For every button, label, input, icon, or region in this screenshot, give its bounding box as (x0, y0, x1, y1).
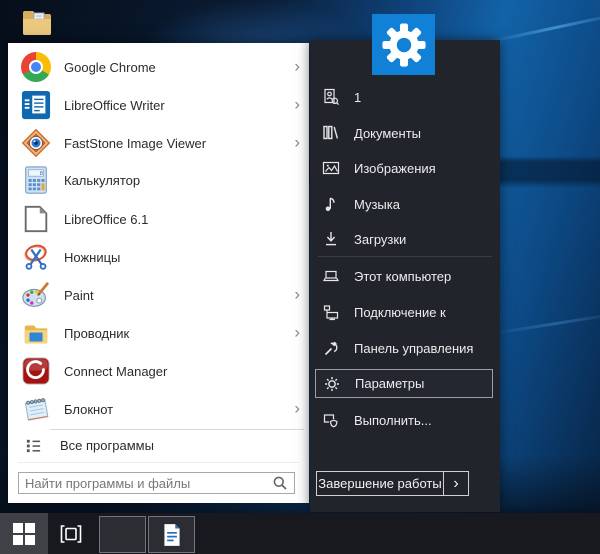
notepad-icon (20, 393, 52, 425)
start-menu-right-panel: 1 Документы Изображения (310, 40, 500, 512)
libreoffice-document-icon (20, 203, 52, 235)
chevron-right-icon: › (294, 399, 300, 416)
svg-text:8: 8 (40, 171, 43, 177)
menu-item-label: 1 (354, 90, 361, 105)
task-view-button[interactable] (48, 513, 94, 554)
menu-separator (50, 429, 304, 430)
connect-manager-icon (20, 355, 52, 387)
start-menu-item-control-panel[interactable]: Панель управления (310, 330, 500, 366)
taskbar-chrome-button[interactable] (99, 516, 146, 553)
control-panel-icon (322, 339, 340, 357)
menu-item-label: Документы (354, 126, 421, 141)
chevron-right-icon: › (294, 133, 300, 150)
menu-item-label: FastStone Image Viewer (64, 136, 206, 151)
taskbar-writer-button[interactable] (148, 516, 195, 553)
start-menu-item-calculator[interactable]: 8 Калькулятор (8, 161, 309, 199)
shutdown-options-arrow[interactable]: › (444, 471, 469, 496)
menu-item-label: Paint (64, 288, 94, 303)
menu-item-label: Калькулятор (64, 173, 140, 188)
start-menu-item-run[interactable]: Выполнить... (310, 402, 500, 438)
task-view-icon (58, 521, 84, 547)
gear-icon (381, 22, 427, 68)
start-menu-item-faststone[interactable]: FastStone Image Viewer › (8, 124, 309, 162)
menu-item-label: Google Chrome (64, 60, 156, 75)
chevron-right-icon: › (294, 285, 300, 302)
start-menu-left-panel: Google Chrome › LibreOffice Writer › (8, 43, 309, 503)
menu-item-label: Подключение к (354, 305, 446, 320)
run-icon (322, 411, 340, 429)
menu-item-label: Музыка (354, 197, 400, 212)
search-area-separator (18, 462, 299, 463)
writer-document-icon (159, 522, 185, 548)
windows-logo-icon (13, 523, 35, 545)
chevron-right-icon: › (294, 57, 300, 74)
start-menu-item-downloads[interactable]: Загрузки (310, 221, 500, 257)
menu-item-label: Ножницы (64, 250, 120, 265)
all-programs-button[interactable]: Все программы (8, 431, 309, 459)
paint-icon (20, 279, 52, 311)
start-menu-item-libreoffice-writer[interactable]: LibreOffice Writer › (8, 86, 309, 124)
settings-icon (323, 375, 341, 393)
start-menu-search-box[interactable] (18, 472, 295, 494)
start-button[interactable] (0, 513, 48, 554)
search-icon[interactable] (272, 475, 288, 491)
calculator-icon: 8 (20, 164, 52, 196)
start-menu-item-settings[interactable]: Параметры (315, 369, 493, 398)
file-explorer-icon (20, 317, 52, 349)
shutdown-button[interactable]: Завершение работы (316, 471, 444, 496)
start-menu-item-libreoffice[interactable]: LibreOffice 6.1 (8, 200, 309, 238)
menu-item-label: Connect Manager (64, 364, 167, 379)
menu-item-label: Этот компьютер (354, 269, 451, 284)
start-menu-item-paint[interactable]: Paint › (8, 276, 309, 314)
libreoffice-writer-icon (20, 89, 52, 121)
menu-item-label: Загрузки (354, 232, 406, 247)
connect-to-icon (322, 303, 340, 321)
start-menu-item-user-files[interactable]: 1 (310, 79, 500, 115)
music-icon (322, 195, 340, 213)
chevron-right-icon: › (294, 95, 300, 112)
taskbar (0, 513, 600, 554)
menu-item-label: Проводник (64, 326, 129, 341)
start-menu-item-pictures[interactable]: Изображения (310, 150, 500, 186)
program-list-icon (24, 436, 42, 454)
menu-separator (318, 256, 492, 257)
snipping-tool-icon (20, 241, 52, 273)
menu-item-label: LibreOffice Writer (64, 98, 165, 113)
start-menu-item-this-pc[interactable]: Этот компьютер (310, 258, 500, 294)
menu-item-label: Выполнить... (354, 413, 432, 428)
start-menu-item-documents[interactable]: Документы (310, 115, 500, 151)
chevron-right-icon: › (294, 323, 300, 340)
user-files-icon (322, 88, 340, 106)
start-menu-item-connect-manager[interactable]: Connect Manager (8, 352, 309, 390)
start-menu-item-google-chrome[interactable]: Google Chrome › (8, 48, 309, 86)
settings-tile[interactable] (372, 14, 435, 75)
menu-item-label: Блокнот (64, 402, 113, 417)
start-menu-item-notepad[interactable]: Блокнот › (8, 390, 309, 428)
all-programs-label: Все программы (60, 438, 154, 453)
shutdown-control: Завершение работы › (316, 471, 469, 496)
menu-item-label: LibreOffice 6.1 (64, 212, 148, 227)
start-menu-item-explorer[interactable]: Проводник › (8, 314, 309, 352)
start-menu-item-music[interactable]: Музыка (310, 186, 500, 222)
pictures-icon (322, 159, 340, 177)
this-pc-icon (322, 267, 340, 285)
start-menu-item-snipping-tool[interactable]: Ножницы (8, 238, 309, 276)
menu-item-label: Изображения (354, 161, 436, 176)
menu-item-label: Панель управления (354, 341, 473, 356)
downloads-icon (322, 230, 340, 248)
faststone-image-viewer-icon (20, 127, 52, 159)
desktop-folder-icon[interactable] (20, 4, 54, 38)
menu-item-label: Параметры (355, 376, 424, 391)
chevron-right-icon: › (453, 475, 458, 493)
start-menu-item-connect-to[interactable]: Подключение к (310, 294, 500, 330)
search-input[interactable] (25, 476, 272, 491)
documents-icon (322, 124, 340, 142)
chrome-icon (20, 51, 52, 83)
